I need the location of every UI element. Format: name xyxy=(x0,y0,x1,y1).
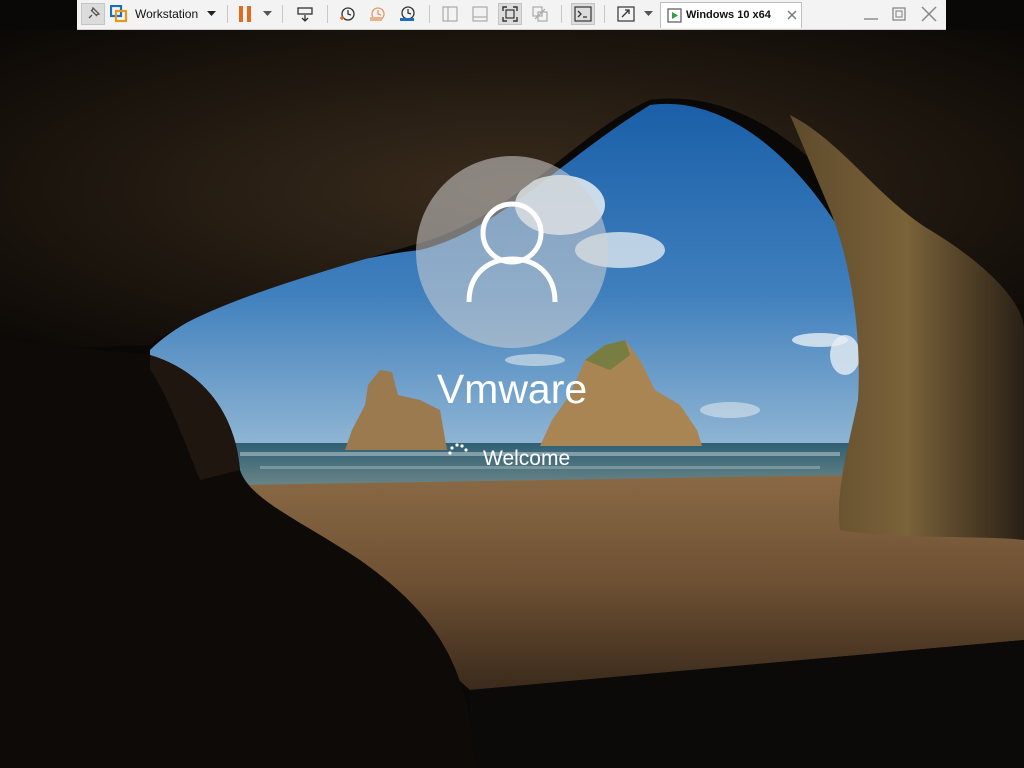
product-menu-dropdown[interactable] xyxy=(204,3,218,25)
user-name: Vmware xyxy=(436,366,588,412)
stretch-guest-icon xyxy=(617,6,635,22)
minimize-button[interactable] xyxy=(860,3,882,25)
revert-snapshot-button[interactable] xyxy=(366,3,388,25)
revert-snapshot-icon xyxy=(370,7,385,21)
close-window-button[interactable] xyxy=(918,3,940,25)
vm-running-icon xyxy=(667,8,682,23)
toolbar-separator xyxy=(429,5,430,23)
chevron-down-icon xyxy=(262,11,272,16)
welcome-text: Welcome xyxy=(483,447,571,470)
chevron-down-icon xyxy=(643,11,653,16)
snapshot-manager-button[interactable] xyxy=(396,3,418,25)
toolbar-separator xyxy=(227,5,228,23)
vmware-toolbar: Workstation Windows 10 x64 xyxy=(77,0,946,30)
user-avatar xyxy=(416,156,608,348)
take-snapshot-icon xyxy=(340,7,355,21)
stretch-menu-dropdown[interactable] xyxy=(641,3,655,25)
vmware-product-button[interactable] xyxy=(109,3,129,25)
toolbar-separator xyxy=(327,5,328,23)
restore-icon xyxy=(892,7,906,21)
pause-icon xyxy=(239,6,251,22)
snapshot-manager-icon xyxy=(400,6,415,21)
close-window-icon xyxy=(921,6,937,22)
console-view-icon xyxy=(574,6,592,22)
send-ctrl-alt-del-button[interactable] xyxy=(294,3,316,25)
thumbnail-bar-icon xyxy=(472,6,488,22)
minimize-icon xyxy=(864,18,878,20)
vm-tab-label: Windows 10 x64 xyxy=(686,9,771,21)
show-library-button[interactable] xyxy=(439,3,461,25)
unity-button[interactable] xyxy=(529,3,551,25)
pin-icon xyxy=(88,6,101,19)
product-menu-label[interactable]: Workstation xyxy=(135,7,198,21)
send-ctrl-alt-del-icon xyxy=(297,7,313,22)
vmware-logo-icon xyxy=(110,5,128,23)
full-screen-button[interactable] xyxy=(498,3,522,25)
vm-console-screen[interactable]: Workstation Windows 10 x64 Vmware Welcom… xyxy=(0,0,1024,768)
stretch-guest-button[interactable] xyxy=(614,3,638,25)
close-icon[interactable] xyxy=(785,8,799,22)
take-snapshot-button[interactable] xyxy=(336,3,358,25)
toolbar-separator xyxy=(604,5,605,23)
restore-button[interactable] xyxy=(888,3,910,25)
full-screen-icon xyxy=(502,6,518,22)
toolbar-separator xyxy=(561,5,562,23)
chevron-down-icon xyxy=(206,11,216,16)
user-avatar-icon xyxy=(466,201,558,303)
library-panel-icon xyxy=(442,6,458,22)
unity-icon xyxy=(532,6,548,22)
vm-tab[interactable]: Windows 10 x64 xyxy=(660,2,802,28)
console-view-button[interactable] xyxy=(571,3,595,25)
pause-button[interactable] xyxy=(235,3,255,25)
pin-button[interactable] xyxy=(81,3,105,25)
loading-spinner-icon xyxy=(448,443,468,455)
toolbar-separator xyxy=(282,5,283,23)
power-menu-dropdown[interactable] xyxy=(260,3,274,25)
thumbnail-bar-button[interactable] xyxy=(469,3,491,25)
